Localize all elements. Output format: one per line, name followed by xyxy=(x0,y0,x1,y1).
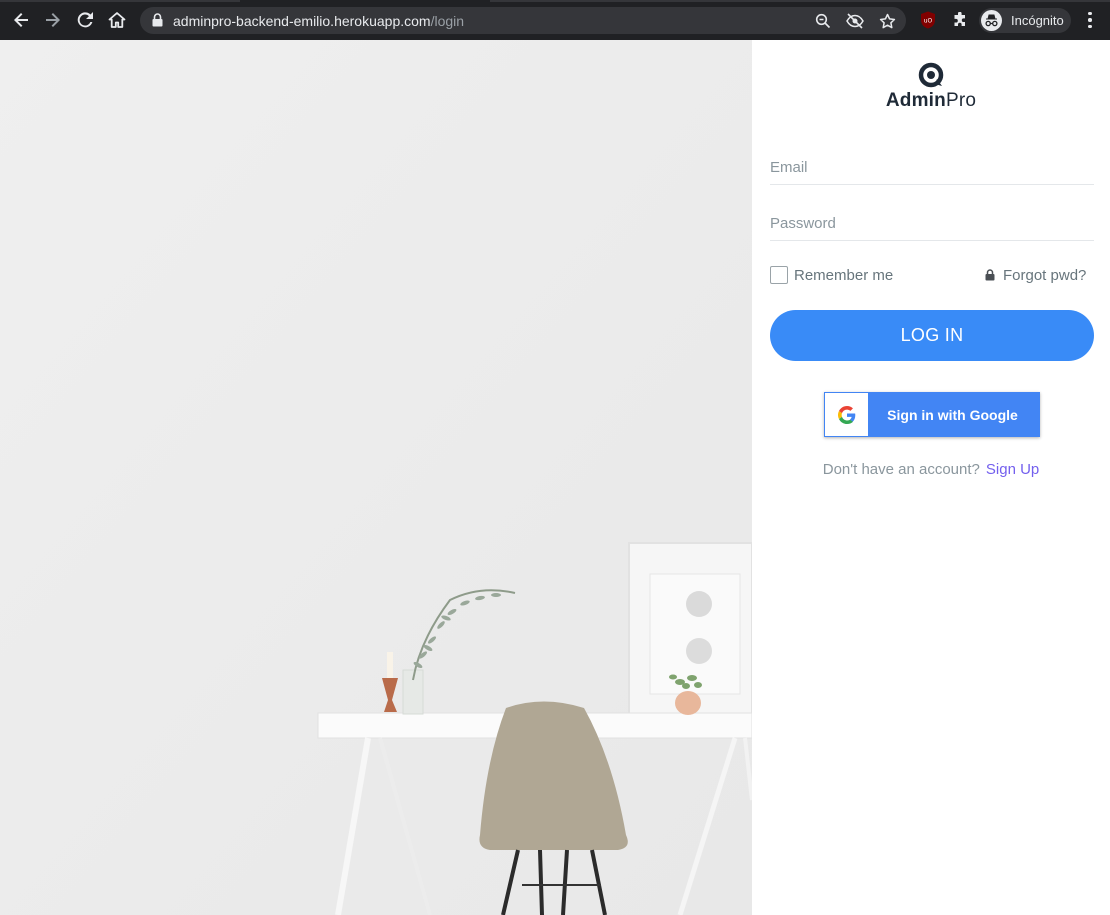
url-text[interactable]: adminpro-backend-emilio.herokuapp.com/lo… xyxy=(173,13,464,29)
forgot-password-link[interactable]: Forgot pwd? xyxy=(985,265,1086,285)
remember-me-control[interactable]: Remember me xyxy=(770,265,893,285)
sign-up-link[interactable]: Sign Up xyxy=(986,461,1039,478)
brand-name-regular: Pro xyxy=(945,90,977,111)
tab-strip-edge xyxy=(0,0,240,2)
zoom-icon[interactable] xyxy=(813,11,833,31)
url-path: /login xyxy=(430,13,465,29)
login-panel: AdminPro Remember me Forgot pwd? LOG IN … xyxy=(752,40,1110,915)
brand-name: AdminPro xyxy=(752,90,1110,112)
address-bar[interactable]: adminpro-backend-emilio.herokuapp.com/lo… xyxy=(140,7,906,34)
ublock-icon[interactable]: uO xyxy=(918,10,938,30)
forgot-password-label: Forgot pwd? xyxy=(1003,266,1087,284)
bookmark-star-icon[interactable] xyxy=(877,11,897,31)
desk-scene-image xyxy=(0,40,752,915)
browser-toolbar: adminpro-backend-emilio.herokuapp.com/lo… xyxy=(0,0,1110,40)
google-g-icon xyxy=(825,393,868,436)
incognito-label: Incógnito xyxy=(1011,13,1064,28)
url-host: adminpro-backend-emilio.herokuapp.com xyxy=(173,13,431,29)
back-arrow-icon[interactable] xyxy=(10,9,32,31)
google-sign-in-label: Sign in with Google xyxy=(887,406,1018,423)
brand-name-bold: Admin xyxy=(885,90,946,111)
svg-text:uO: uO xyxy=(924,18,933,25)
no-account-text: Don't have an account? xyxy=(822,461,980,478)
login-button[interactable]: LOG IN xyxy=(770,310,1094,361)
tab-strip-edge xyxy=(490,0,1110,2)
lock-icon xyxy=(985,269,995,281)
home-icon[interactable] xyxy=(106,9,128,31)
incognito-icon xyxy=(981,10,1002,31)
remember-me-label[interactable]: Remember me xyxy=(794,267,893,284)
menu-dots-icon[interactable] xyxy=(1082,10,1098,30)
signup-prompt: Don't have an account? Sign Up xyxy=(752,461,1110,478)
remember-me-checkbox[interactable] xyxy=(770,266,788,284)
password-field[interactable] xyxy=(770,207,1094,241)
forward-arrow-icon[interactable] xyxy=(42,9,64,31)
email-field[interactable] xyxy=(770,151,1094,185)
incognito-profile-button[interactable]: Incógnito xyxy=(979,8,1071,33)
google-sign-in-button[interactable]: Sign in with Google xyxy=(824,392,1040,437)
tracking-blocked-icon[interactable] xyxy=(845,11,865,31)
lock-icon[interactable] xyxy=(152,13,163,32)
extensions-puzzle-icon[interactable] xyxy=(950,10,970,30)
brand-logo[interactable]: AdminPro xyxy=(752,62,1110,112)
admin-pro-logo-icon xyxy=(918,62,944,88)
reload-icon[interactable] xyxy=(74,9,96,31)
background-illustration xyxy=(0,40,752,915)
